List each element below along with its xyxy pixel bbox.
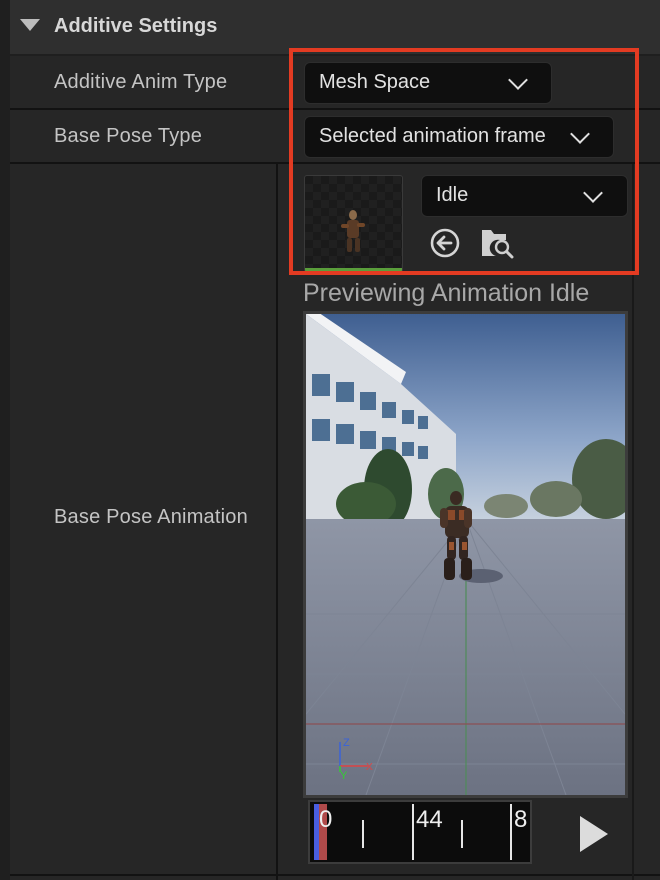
timeline-major-tick: [412, 804, 414, 860]
additive-anim-type-label: Additive Anim Type: [54, 71, 228, 93]
base-pose-type-label: Base Pose Type: [54, 125, 203, 147]
timeline-scrubber[interactable]: 0 44 8: [308, 800, 532, 864]
highlight-annotation-box: [289, 48, 639, 275]
play-button[interactable]: [576, 814, 612, 854]
timeline-minor-tick: [461, 820, 463, 848]
base-pose-animation-label: Base Pose Animation: [54, 506, 248, 528]
animation-preview-viewport[interactable]: Z Y X: [303, 311, 628, 798]
collapse-triangle-icon[interactable]: [20, 19, 40, 31]
axis-z-label: Z: [343, 737, 350, 749]
timeline-start-label: 0: [319, 806, 333, 833]
axis-y-label: Y: [340, 770, 348, 782]
row-divider: [10, 874, 660, 876]
timeline-minor-tick: [362, 820, 364, 848]
section-title: Additive Settings: [54, 15, 218, 37]
timeline-end-label: 8: [514, 806, 528, 833]
column-splitter[interactable]: [276, 164, 278, 880]
play-icon: [580, 816, 608, 852]
preview-scene: Z Y X: [306, 314, 625, 795]
preview-caption: Previewing Animation Idle: [303, 279, 590, 307]
timeline-major-tick: [510, 804, 512, 860]
timeline-middle-label: 44: [416, 806, 443, 833]
axis-x-label: X: [366, 762, 373, 773]
